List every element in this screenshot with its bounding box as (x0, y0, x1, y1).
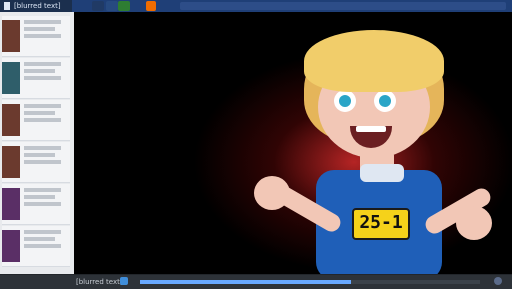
app-title-area: [blurred text] (0, 0, 72, 12)
play-button[interactable] (120, 277, 128, 285)
thumbnail-image (2, 104, 20, 136)
list-item[interactable] (2, 142, 70, 183)
list-item-text (24, 230, 68, 251)
character-illustration: 25-1 (234, 30, 494, 274)
bib-number: 25-1 (359, 212, 403, 233)
list-item-text (24, 188, 68, 209)
teeth (356, 126, 386, 132)
thumbnail-image (2, 146, 20, 178)
title-bar-track (180, 2, 506, 10)
list-item[interactable] (2, 100, 70, 141)
list-item-text (24, 20, 68, 41)
list-item[interactable] (2, 58, 70, 99)
race-bib: 25-1 (352, 208, 410, 240)
thumbnail-image (2, 20, 20, 52)
thumbnail-image (2, 188, 20, 220)
file-title: [blurred text] (14, 2, 61, 10)
list-item-text (24, 146, 68, 167)
right-eye (374, 90, 396, 112)
list-item[interactable] (2, 184, 70, 225)
progress-fill (140, 280, 351, 284)
title-bar: [blurred text] (0, 0, 512, 12)
list-item-text (24, 104, 68, 125)
image-viewer[interactable]: 25-1 (74, 12, 512, 274)
progress-track[interactable] (140, 280, 480, 284)
file-icon (4, 2, 10, 10)
status-bar: [blurred text] (0, 274, 512, 289)
hair-top (304, 30, 444, 92)
toolbar-tab-1[interactable] (92, 1, 104, 11)
list-item[interactable] (2, 226, 70, 267)
left-eye (334, 90, 356, 112)
left-hand (254, 176, 290, 210)
list-item-text (24, 62, 68, 83)
settings-icon[interactable] (494, 277, 502, 285)
toolbar-tab-2[interactable] (106, 1, 118, 11)
thumbnail-image (2, 62, 20, 94)
sidebar (0, 12, 76, 274)
toolbar-tab-3[interactable] (118, 1, 130, 11)
toolbar-tab-4[interactable] (146, 1, 156, 11)
thumbnail-image (2, 230, 20, 262)
collar (360, 164, 404, 182)
right-hand (456, 206, 492, 240)
list-item[interactable] (2, 16, 70, 57)
status-counter: [blurred text] (76, 278, 123, 286)
